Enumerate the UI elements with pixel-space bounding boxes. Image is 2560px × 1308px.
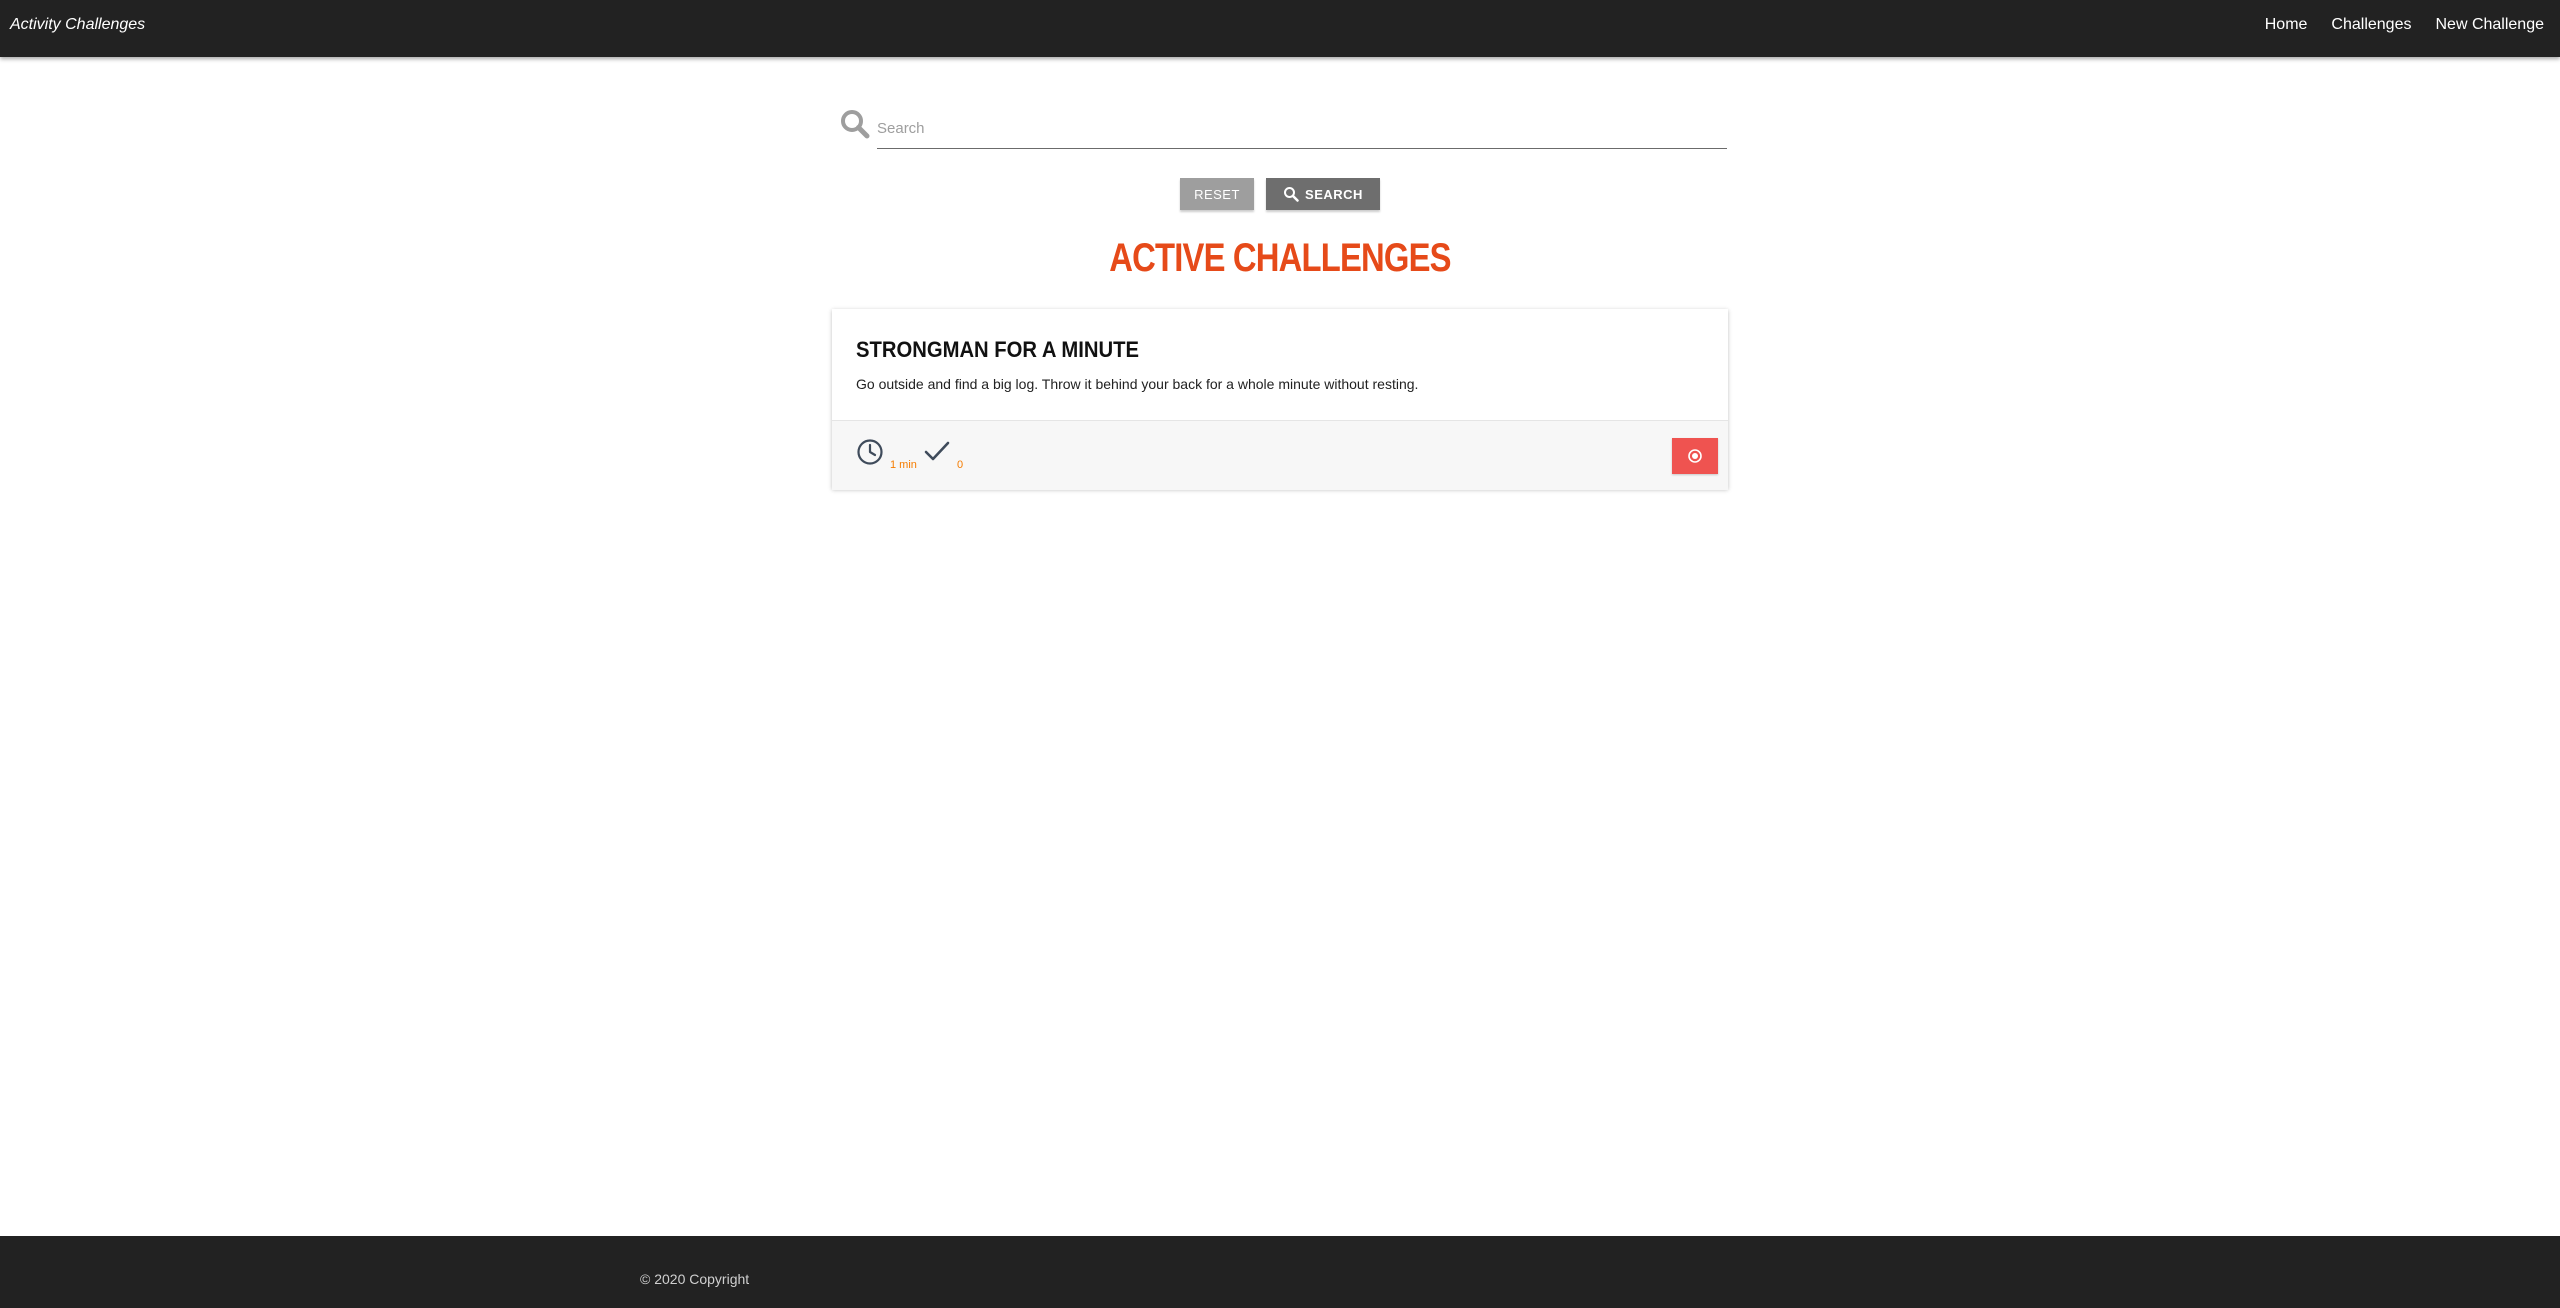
challenge-title: STRONGMAN FOR A MINUTE — [856, 337, 1139, 362]
challenge-card: STRONGMAN FOR A MINUTE Go outside and fi… — [832, 309, 1728, 490]
nav-link-home[interactable]: Home — [2265, 16, 2308, 34]
nav-link-new-challenge[interactable]: New Challenge — [2435, 16, 2544, 34]
search-button-label: SEARCH — [1305, 186, 1363, 202]
nav-links: Home Challenges New Challenge — [2265, 16, 2560, 34]
nav-link-challenges[interactable]: Challenges — [2331, 16, 2411, 34]
challenge-completions: 0 — [957, 459, 964, 471]
record-icon — [1688, 449, 1702, 463]
top-navbar: Activity Challenges Home Challenges New … — [0, 0, 2560, 57]
clock-icon — [857, 439, 883, 465]
join-challenge-button[interactable] — [1672, 438, 1718, 474]
search-button[interactable]: SEARCH — [1266, 178, 1380, 210]
challenge-description: Go outside and find a big log. Throw it … — [856, 376, 1419, 392]
copyright-text: © 2020 Copyright — [640, 1271, 750, 1287]
challenge-card-footer: 1 min 0 — [832, 420, 1728, 490]
page-footer: © 2020 Copyright — [0, 1236, 2560, 1308]
search-icon — [841, 110, 870, 139]
reset-button[interactable]: RESET — [1180, 178, 1254, 210]
search-icon — [1284, 187, 1299, 202]
challenge-duration: 1 min — [890, 459, 917, 471]
check-icon — [924, 441, 950, 461]
search-input[interactable] — [877, 108, 1727, 149]
page-title: ACTIVE CHALLENGES — [1109, 236, 1451, 280]
brand-title[interactable]: Activity Challenges — [10, 16, 145, 34]
search-row — [837, 108, 1729, 150]
